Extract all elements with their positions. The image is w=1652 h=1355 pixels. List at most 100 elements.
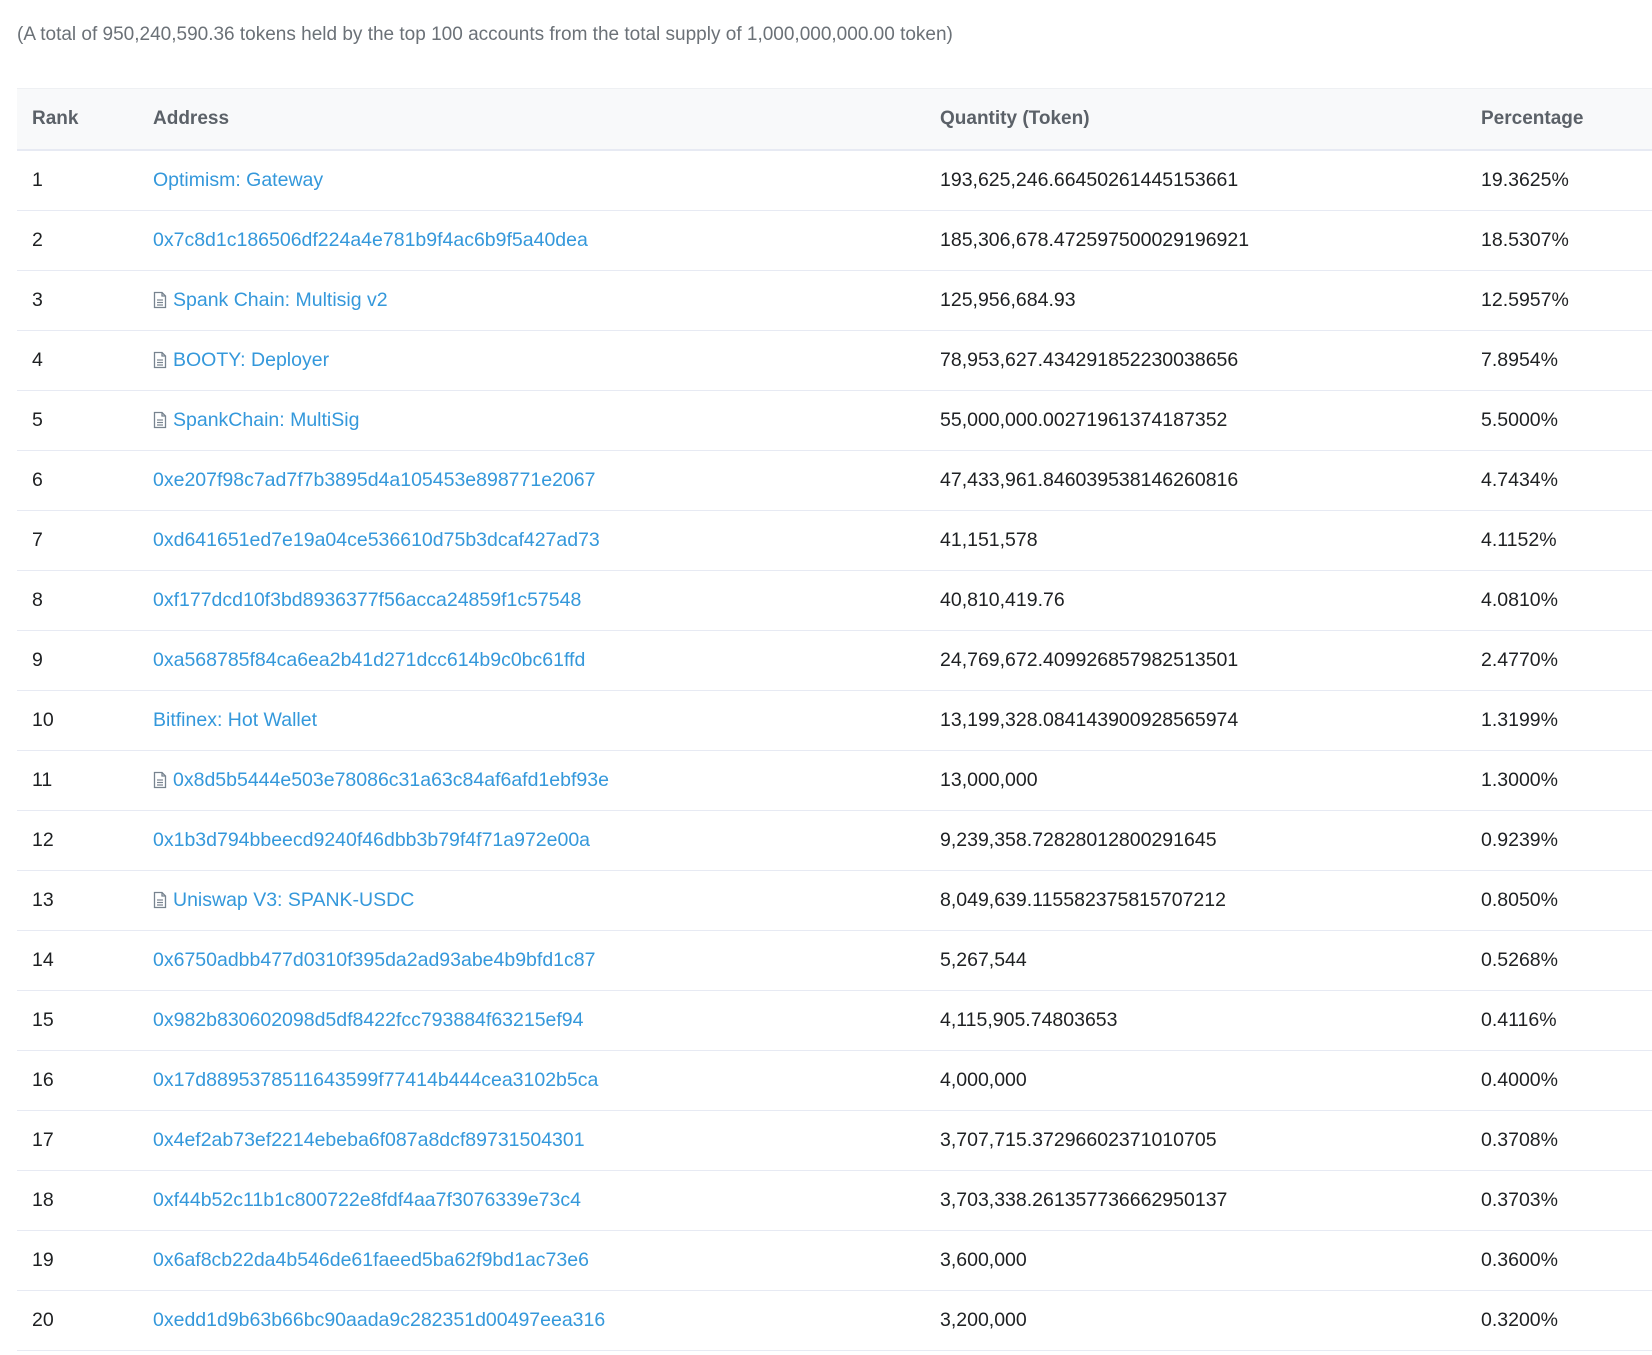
percentage-cell: 0.3600% xyxy=(1481,1249,1558,1271)
address-cell: 0x6af8cb22da4b546de61faeed5ba62f9bd1ac73… xyxy=(153,1231,589,1290)
address-cell: 0x8d5b5444e503e78086c31a63c84af6afd1ebf9… xyxy=(153,751,609,810)
percentage-cell: 4.0810% xyxy=(1481,589,1558,611)
table-body: 1 Optimism: Gateway 193,625,246.6645026144… xyxy=(17,151,1652,1351)
percentage-cell: 0.3200% xyxy=(1481,1309,1558,1331)
address-cell: BOOTY: Deployer xyxy=(153,331,329,390)
holder-address-link[interactable]: 0x8d5b5444e503e78086c31a63c84af6afd1ebf9… xyxy=(173,769,609,791)
quantity-cell: 13,000,000 xyxy=(940,769,1038,791)
holder-address-link[interactable]: 0x6750adbb477d0310f395da2ad93abe4b9bfd1c… xyxy=(153,949,595,971)
percentage-cell: 5.5000% xyxy=(1481,409,1558,431)
percentage-cell: 4.7434% xyxy=(1481,469,1558,491)
holder-address-link[interactable]: 0x1b3d794bbeecd9240f46dbb3b79f4f71a972e0… xyxy=(153,829,590,851)
rank-cell: 4 xyxy=(32,349,43,371)
rank-cell: 6 xyxy=(32,469,43,491)
percentage-cell: 7.8954% xyxy=(1481,349,1558,371)
holder-address-link[interactable]: Bitfinex: Hot Wallet xyxy=(153,709,317,731)
quantity-cell: 185,306,678.472597500029196921 xyxy=(940,229,1250,251)
holder-address-link[interactable]: Optimism: Gateway xyxy=(153,169,323,191)
rank-cell: 11 xyxy=(32,769,53,791)
holder-address-link[interactable]: 0x4ef2ab73ef2214ebeba6f087a8dcf897315043… xyxy=(153,1129,585,1151)
quantity-cell: 40,810,419.76 xyxy=(940,589,1065,611)
table-row: 5 SpankChain: MultiSig 55,000,000.00271961… xyxy=(17,391,1652,451)
quantity-cell: 9,239,358.72828012800291645 xyxy=(940,829,1217,851)
column-header-quantity: Quantity (Token) xyxy=(940,108,1090,129)
rank-cell: 17 xyxy=(32,1129,54,1151)
address-cell: Bitfinex: Hot Wallet xyxy=(153,691,317,750)
rank-cell: 3 xyxy=(32,289,43,311)
quantity-cell: 3,703,338.261357736662950137 xyxy=(940,1189,1228,1211)
table-row: 16 0x17d8895378511643599f77414b444cea3102… xyxy=(17,1051,1652,1111)
table-row: 14 0x6750adbb477d0310f395da2ad93abe4b9bfd… xyxy=(17,931,1652,991)
holders-summary: (A total of 950,240,590.36 tokens held b… xyxy=(17,24,953,45)
holder-address-link[interactable]: 0xa568785f84ca6ea2b41d271dcc614b9c0bc61f… xyxy=(153,649,585,671)
holder-address-link[interactable]: 0x6af8cb22da4b546de61faeed5ba62f9bd1ac73… xyxy=(153,1249,589,1271)
holder-address-link[interactable]: Uniswap V3: SPANK-USDC xyxy=(173,889,414,911)
rank-cell: 14 xyxy=(32,949,54,971)
percentage-cell: 18.5307% xyxy=(1481,229,1569,251)
contract-file-icon xyxy=(153,334,167,369)
percentage-cell: 12.5957% xyxy=(1481,289,1569,311)
percentage-cell: 1.3199% xyxy=(1481,709,1558,731)
contract-file-icon xyxy=(153,874,167,909)
quantity-cell: 3,707,715.37296602371010705 xyxy=(940,1129,1217,1151)
address-cell: Optimism: Gateway xyxy=(153,151,323,210)
table-row: 19 0x6af8cb22da4b546de61faeed5ba62f9bd1ac… xyxy=(17,1231,1652,1291)
table-row: 4 BOOTY: Deployer 78,953,627.4342918522300… xyxy=(17,331,1652,391)
quantity-cell: 193,625,246.66450261445153661 xyxy=(940,169,1239,191)
percentage-cell: 0.5268% xyxy=(1481,949,1558,971)
table-row: 6 0xe207f98c7ad7f7b3895d4a105453e898771e2… xyxy=(17,451,1652,511)
rank-cell: 9 xyxy=(32,649,43,671)
address-cell: 0xe207f98c7ad7f7b3895d4a105453e898771e20… xyxy=(153,451,595,510)
quantity-cell: 13,199,328.084143900928565974 xyxy=(940,709,1239,731)
table-row: 13 Uniswap V3: SPANK-USDC 8,049,639.115582… xyxy=(17,871,1652,931)
address-cell: 0xa568785f84ca6ea2b41d271dcc614b9c0bc61f… xyxy=(153,631,585,690)
holder-address-link[interactable]: 0xf177dcd10f3bd8936377f56acca24859f1c575… xyxy=(153,589,581,611)
holder-address-link[interactable]: 0x982b830602098d5df8422fcc793884f63215ef… xyxy=(153,1009,584,1031)
table-row: 9 0xa568785f84ca6ea2b41d271dcc614b9c0bc61… xyxy=(17,631,1652,691)
holder-address-link[interactable]: BOOTY: Deployer xyxy=(173,349,329,371)
percentage-cell: 4.1152% xyxy=(1481,529,1557,551)
table-row: 15 0x982b830602098d5df8422fcc793884f63215… xyxy=(17,991,1652,1051)
address-cell: Uniswap V3: SPANK-USDC xyxy=(153,871,414,930)
address-cell: Spank Chain: Multisig v2 xyxy=(153,271,388,330)
holder-address-link[interactable]: 0xf44b52c11b1c800722e8fdf4aa7f3076339e73… xyxy=(153,1189,581,1211)
holder-address-link[interactable]: 0xedd1d9b63b66bc90aada9c282351d00497eea3… xyxy=(153,1309,605,1331)
column-header-address: Address xyxy=(153,108,230,129)
percentage-cell: 19.3625% xyxy=(1481,169,1569,191)
holder-address-link[interactable]: 0xe207f98c7ad7f7b3895d4a105453e898771e20… xyxy=(153,469,595,491)
rank-cell: 19 xyxy=(32,1249,54,1271)
address-cell: 0x7c8d1c186506df224a4e781b9f4ac6b9f5a40d… xyxy=(153,211,588,270)
address-cell: 0xf177dcd10f3bd8936377f56acca24859f1c575… xyxy=(153,571,581,630)
percentage-cell: 0.4000% xyxy=(1481,1069,1558,1091)
holder-address-link[interactable]: 0x7c8d1c186506df224a4e781b9f4ac6b9f5a40d… xyxy=(153,229,588,251)
rank-cell: 2 xyxy=(32,229,43,251)
rank-cell: 13 xyxy=(32,889,54,911)
rank-cell: 1 xyxy=(32,169,43,191)
percentage-cell: 0.9239% xyxy=(1481,829,1558,851)
holder-address-link[interactable]: Spank Chain: Multisig v2 xyxy=(173,289,388,311)
quantity-cell: 8,049,639.115582375815707212 xyxy=(940,889,1226,911)
rank-cell: 7 xyxy=(32,529,43,551)
percentage-cell: 0.4116% xyxy=(1481,1009,1557,1031)
percentage-cell: 0.3708% xyxy=(1481,1129,1558,1151)
holder-address-link[interactable]: 0xd641651ed7e19a04ce536610d75b3dcaf427ad… xyxy=(153,529,600,551)
table-row: 18 0xf44b52c11b1c800722e8fdf4aa7f3076339e… xyxy=(17,1171,1652,1231)
rank-cell: 15 xyxy=(32,1009,54,1031)
table-row: 10 Bitfinex: Hot Wallet 13,199,328.0841439… xyxy=(17,691,1652,751)
rank-cell: 20 xyxy=(32,1309,54,1331)
address-cell: 0x4ef2ab73ef2214ebeba6f087a8dcf897315043… xyxy=(153,1111,585,1170)
quantity-cell: 47,433,961.846039538146260816 xyxy=(940,469,1239,491)
contract-file-icon xyxy=(153,394,167,429)
quantity-cell: 5,267,544 xyxy=(940,949,1027,971)
percentage-cell: 1.3000% xyxy=(1481,769,1558,791)
percentage-cell: 0.3703% xyxy=(1481,1189,1558,1211)
address-cell: 0xedd1d9b63b66bc90aada9c282351d00497eea3… xyxy=(153,1291,605,1350)
holder-address-link[interactable]: 0x17d8895378511643599f77414b444cea3102b5… xyxy=(153,1069,598,1091)
holder-address-link[interactable]: SpankChain: MultiSig xyxy=(173,409,359,431)
quantity-cell: 4,000,000 xyxy=(940,1069,1027,1091)
table-row: 7 0xd641651ed7e19a04ce536610d75b3dcaf427a… xyxy=(17,511,1652,571)
table-header: Rank Address Quantity (Token) Percentage xyxy=(17,88,1652,151)
quantity-cell: 3,600,000 xyxy=(940,1249,1027,1271)
token-holders-table: Rank Address Quantity (Token) Percentage… xyxy=(17,88,1652,1351)
rank-cell: 8 xyxy=(32,589,43,611)
